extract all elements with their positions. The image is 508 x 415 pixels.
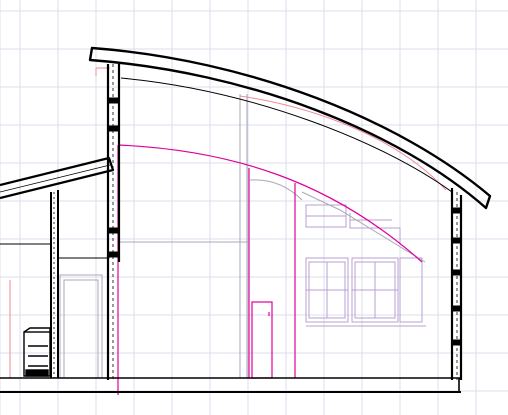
structure <box>0 46 492 393</box>
section-drawing <box>0 0 508 415</box>
grid <box>0 0 508 415</box>
window-panel-edge <box>399 257 423 323</box>
cad-viewport[interactable] <box>0 0 508 415</box>
magenta-lines <box>117 144 423 395</box>
lower-window-right <box>351 257 399 323</box>
curved-roof <box>88 46 492 210</box>
upper-window-left <box>305 204 347 228</box>
right-wall <box>450 188 463 380</box>
floor-slab <box>0 377 461 393</box>
lower-roof-inner-line <box>0 164 111 193</box>
left-wall <box>0 190 108 378</box>
center-wall <box>106 64 121 380</box>
upper-window-right <box>349 213 401 245</box>
chair-object <box>23 327 51 377</box>
lower-window-left <box>305 257 349 323</box>
pink-reference-lines <box>9 67 447 378</box>
